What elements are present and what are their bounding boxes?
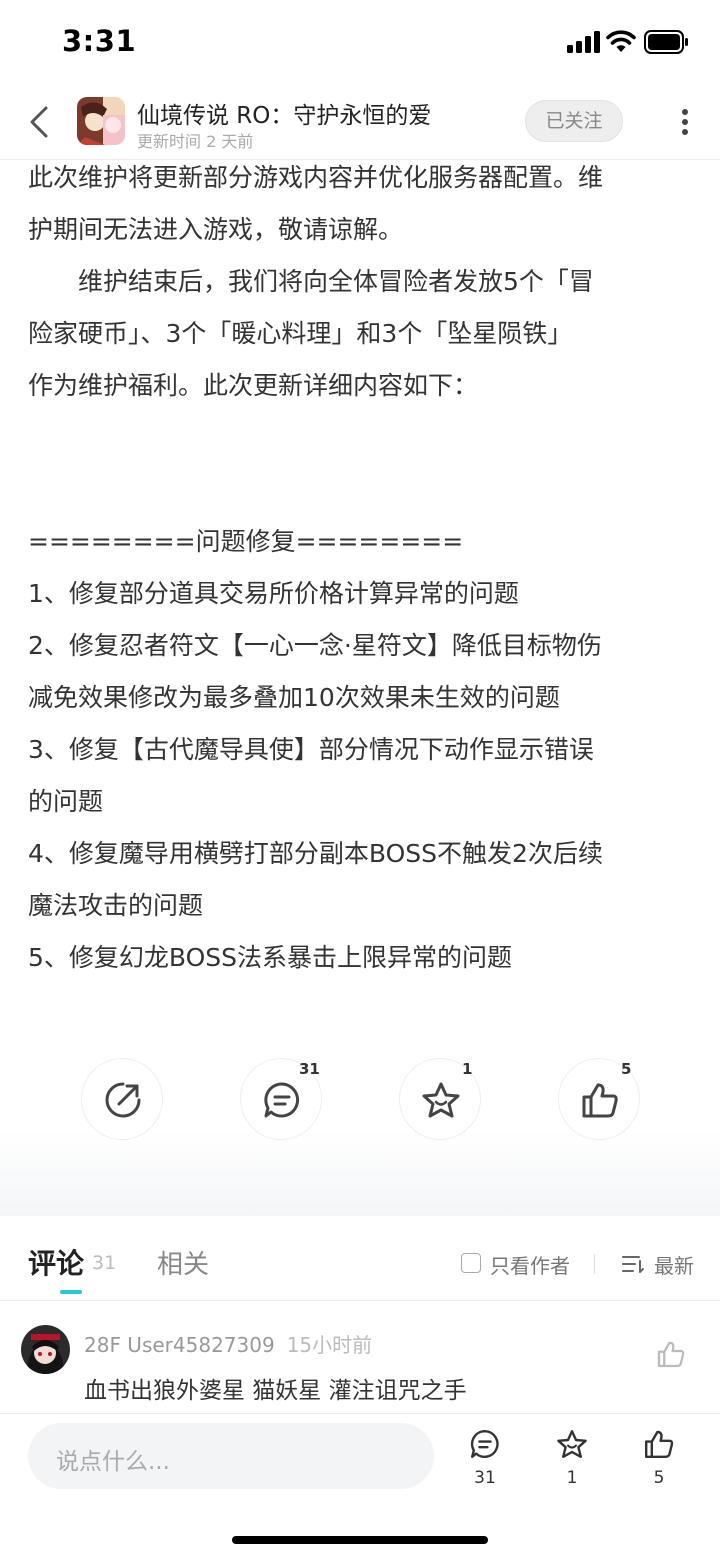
- star-icon: [557, 1430, 587, 1458]
- comment-input[interactable]: 说点什么...: [28, 1423, 434, 1489]
- article-line: 3、修复【古代魔导具使】部分情况下动作显示错误: [28, 735, 594, 764]
- bottom-like-button[interactable]: 5: [629, 1428, 689, 1498]
- game-avatar[interactable]: [77, 97, 125, 145]
- article-blank-line: [28, 412, 698, 464]
- comment-icon: [470, 1429, 499, 1458]
- section-heading: ========问题修复========: [28, 527, 464, 556]
- top-nav: 仙境传说 RO：守护永恒的爱 更新时间 2 天前 已关注: [0, 86, 720, 160]
- bottom-comment-button[interactable]: 31: [455, 1428, 515, 1498]
- comment-like-icon[interactable]: [656, 1339, 686, 1369]
- comment-text: 血书出狼外婆星 猫妖星 灌注诅咒之手: [84, 1378, 467, 1404]
- article-actions: 31 1 5: [0, 1040, 720, 1160]
- page-title: 仙境传说 RO：守护永恒的爱: [137, 103, 432, 129]
- active-tab-indicator: [60, 1290, 82, 1294]
- comment-input-placeholder: 说点什么...: [56, 1449, 170, 1475]
- more-options-button[interactable]: [672, 104, 698, 140]
- star-icon: [422, 1082, 460, 1118]
- status-bar: 3:31: [0, 0, 720, 86]
- comment-tabs: 评论 31 相关 只看作者 最新: [0, 1216, 720, 1301]
- favorite-count: 1: [462, 1060, 473, 1078]
- article-line: 险家硬币」、3个「暖心料理」和3个「坠星陨铁」: [28, 319, 573, 348]
- article-line: 魔法攻击的问题: [28, 891, 204, 920]
- comment-author[interactable]: 28F User45827309: [84, 1333, 275, 1357]
- article-line: 的问题: [28, 787, 104, 816]
- share-button[interactable]: [81, 1058, 163, 1140]
- article-line: 护期间无法进入游戏，敬请谅解。: [28, 215, 404, 244]
- bottom-comment-count: 31: [474, 1468, 496, 1488]
- comment-item: 28F User45827309 15小时前 血书出狼外婆星 猫妖星 灌注诅咒之手: [0, 1301, 720, 1413]
- avatar[interactable]: [21, 1325, 70, 1374]
- bottom-bar: 说点什么... 31 1 5: [0, 1413, 720, 1559]
- wifi-icon: [606, 30, 636, 52]
- tab-comments-count: 31: [92, 1252, 117, 1274]
- article-line: 作为维护福利。此次更新详细内容如下：: [28, 371, 479, 400]
- article-blank-line: [28, 464, 698, 516]
- cellular-signal-icon: [567, 31, 601, 53]
- battery-icon: [644, 30, 688, 54]
- sort-icon[interactable]: [621, 1252, 645, 1276]
- article-line: 此次维护将更新部分游戏内容并优化服务器配置。维: [28, 163, 604, 192]
- author-only-checkbox[interactable]: [461, 1253, 481, 1273]
- comment-icon: [264, 1082, 300, 1118]
- article-line: 减免效果修改为最多叠加10次效果未生效的问题: [28, 683, 560, 712]
- author-only-label: 只看作者: [490, 1254, 570, 1278]
- share-icon: [105, 1082, 141, 1118]
- comment-meta: 28F User45827309 15小时前: [84, 1329, 372, 1358]
- article-line: 维护结束后，我们将向全体冒险者发放5个「冒: [28, 267, 594, 296]
- divider: [594, 1254, 595, 1274]
- thumbs-up-icon: [645, 1430, 674, 1458]
- tab-comments[interactable]: 评论: [28, 1242, 84, 1282]
- home-indicator[interactable]: [232, 1536, 488, 1544]
- bottom-favorite-count: 1: [566, 1468, 578, 1488]
- like-count: 5: [621, 1060, 632, 1078]
- status-time: 3:31: [62, 24, 137, 58]
- article-line: 1、修复部分道具交易所价格计算异常的问题: [28, 579, 519, 608]
- thumbs-up-icon: [582, 1083, 618, 1118]
- sort-label[interactable]: 最新: [654, 1250, 694, 1279]
- tab-related[interactable]: 相关: [157, 1244, 209, 1281]
- article-line: 2、修复忍者符文【一心一念·星符文】降低目标物伤: [28, 631, 602, 660]
- bottom-like-count: 5: [653, 1468, 665, 1488]
- follow-button[interactable]: 已关注: [525, 100, 623, 142]
- back-button[interactable]: [22, 102, 58, 142]
- article-body: 此次维护将更新部分游戏内容并优化服务器配置。维 护期间无法进入游戏，敬请谅解。 …: [28, 152, 698, 984]
- article-line: 4、修复魔导用横劈打部分副本BOSS不触发2次后续: [28, 839, 603, 868]
- article-line: 5、修复幻龙BOSS法系暴击上限异常的问题: [28, 943, 513, 972]
- bottom-favorite-button[interactable]: 1: [542, 1428, 602, 1498]
- comment-time: 15小时前: [286, 1333, 373, 1357]
- update-time: 更新时间 2 天前: [137, 132, 254, 151]
- comment-count: 31: [299, 1060, 320, 1078]
